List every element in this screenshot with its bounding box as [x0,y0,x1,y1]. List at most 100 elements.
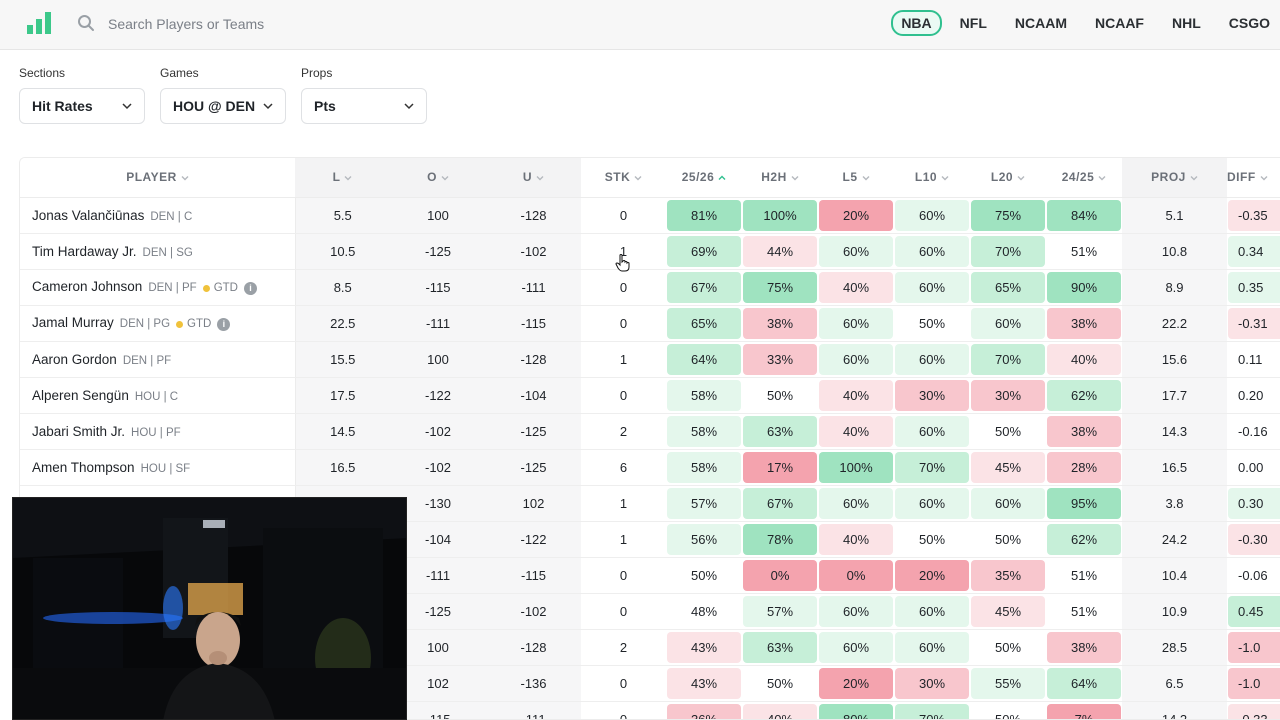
logo-icon[interactable] [27,12,51,34]
player-name[interactable]: Jamal Murray [32,315,114,330]
chevron-down-icon [181,176,189,181]
cell-value: 30% [971,379,1045,411]
league-tab-nba[interactable]: NBA [891,10,942,36]
league-tab-csgo[interactable]: CSGO [1219,10,1280,36]
cell-l: 5.5 [295,197,390,234]
games-value: HOU @ DEN [173,98,256,114]
cell-h2h: 40% [742,701,818,719]
column-header-stk[interactable]: STK [581,158,666,198]
cell-l20: 75% [970,197,1046,234]
cell-value: 102 [427,675,449,691]
column-header-l[interactable]: L [295,158,390,198]
cell-u: -128 [486,197,581,234]
cell-value: -125 [424,603,452,619]
player-cell[interactable]: Jonas Valančiūnas DEN | C [20,197,296,234]
sections-select[interactable]: Hit Rates [19,88,145,124]
webcam-scene-image [13,498,406,719]
cell-value: 14.2 [1161,711,1188,720]
column-header-25-26[interactable]: 25/26 [666,158,742,198]
league-tab-ncaam[interactable]: NCAAM [1005,10,1077,36]
player-cell[interactable]: Cameron Johnson DEN | PF GTD i [20,269,296,306]
cell-u: -111 [486,269,581,306]
cell-value: -111 [521,711,546,720]
info-icon[interactable]: i [243,281,257,295]
player-name[interactable]: Tim Hardaway Jr. [32,244,137,259]
cell-value: 5.1 [1165,207,1184,223]
table-row[interactable]: Amen Thompson HOU | SF 16.5 -102 -125 6 58% 17%… [20,449,1280,486]
search-input[interactable] [100,11,460,37]
player-cell[interactable]: Jabari Smith Jr. HOU | PF [20,413,296,450]
column-header-player[interactable]: PLAYER [20,158,295,198]
column-header-24-25[interactable]: 24/25 [1046,158,1122,198]
cell-value: -111 [521,279,546,295]
column-header-l5[interactable]: L5 [818,158,894,198]
cell-l10: 60% [894,413,970,450]
cell-value: 40% [819,523,893,555]
cell-value: 51% [1070,603,1098,619]
cell-value: 0.30 [1228,487,1280,519]
cell-s2425: 40% [1046,341,1122,378]
column-header-h2h[interactable]: H2H [742,158,818,198]
cell-l10: 60% [894,593,970,630]
cell-value: 70% [971,235,1045,267]
cell-value: 5.5 [333,207,352,223]
cell-value: 0.34 [1228,235,1280,267]
table-row[interactable]: Jamal Murray DEN | PG GTD i 22.5 -111 -115 0 65%… [20,305,1280,342]
cell-h2h: 67% [742,485,818,522]
cell-value: 100 [427,207,449,223]
chevron-down-icon [122,103,132,110]
cell-value: 64% [667,343,741,375]
table-row[interactable]: Jonas Valančiūnas DEN | C 5.5 100 -128 0 81% 10… [20,197,1280,234]
player-name[interactable]: Cameron Johnson [32,279,142,294]
player-team-position: DEN | PF [148,282,197,295]
info-icon[interactable]: i [217,317,231,331]
table-row[interactable]: Aaron Gordon DEN | PF 15.5 100 -128 1 64% 33% 60… [20,341,1280,378]
column-header-proj[interactable]: PROJ [1122,158,1227,198]
cell-value: 50% [766,675,794,691]
column-header-l20[interactable]: L20 [970,158,1046,198]
cell-diff: -0.35 [1227,197,1280,234]
player-cell[interactable]: Alperen Sengün HOU | C [20,377,296,414]
column-header-l10[interactable]: L10 [894,158,970,198]
cell-l10: 60% [894,629,970,666]
cell-stk: 0 [581,557,666,594]
column-header-label: STK [604,170,631,185]
player-name[interactable]: Jabari Smith Jr. [32,424,125,439]
cell-value: 10.4 [1161,567,1188,583]
column-header-u[interactable]: U [486,158,581,198]
cell-stk: 1 [581,341,666,378]
player-name[interactable]: Amen Thompson [32,460,135,475]
props-select[interactable]: Pts [301,88,427,124]
cell-value: 33% [743,343,817,375]
cell-value: 50% [918,315,946,331]
cell-value: 30% [895,667,969,699]
player-cell[interactable]: Amen Thompson HOU | SF [20,449,296,486]
player-name[interactable]: Jonas Valančiūnas [32,208,144,223]
cell-s2526: 67% [666,269,742,306]
games-select[interactable]: HOU @ DEN [160,88,286,124]
player-cell[interactable]: Aaron Gordon DEN | PF [20,341,296,378]
cell-value: 44% [743,235,817,267]
column-header-o[interactable]: O [390,158,486,198]
league-tab-ncaaf[interactable]: NCAAF [1085,10,1154,36]
cell-u: -122 [486,521,581,558]
player-name[interactable]: Alperen Sengün [32,388,129,403]
cell-value: 60% [819,487,893,519]
cell-s2425: 38% [1046,413,1122,450]
cell-l: 10.5 [295,233,390,270]
table-row[interactable]: Alperen Sengün HOU | C 17.5 -122 -104 0 58% 50%… [20,377,1280,414]
cell-value: 40% [819,415,893,447]
column-header-diff[interactable]: DIFF [1227,158,1280,198]
table-row[interactable]: Cameron Johnson DEN | PF GTD i 8.5 -115 -111 0 6… [20,269,1280,306]
league-tab-nfl[interactable]: NFL [950,10,997,36]
cell-stk: 6 [581,449,666,486]
player-name[interactable]: Aaron Gordon [32,352,117,367]
table-row[interactable]: Tim Hardaway Jr. DEN | SG 10.5 -125 -102 1 69%… [20,233,1280,270]
league-tab-nhl[interactable]: NHL [1162,10,1211,36]
player-cell[interactable]: Jamal Murray DEN | PG GTD i [20,305,296,342]
cell-o: -115 [390,269,486,306]
cell-s2425: 28% [1046,449,1122,486]
column-header-label: O [427,170,437,185]
table-row[interactable]: Jabari Smith Jr. HOU | PF 14.5 -102 -125 2 58%… [20,413,1280,450]
player-cell[interactable]: Tim Hardaway Jr. DEN | SG [20,233,296,270]
